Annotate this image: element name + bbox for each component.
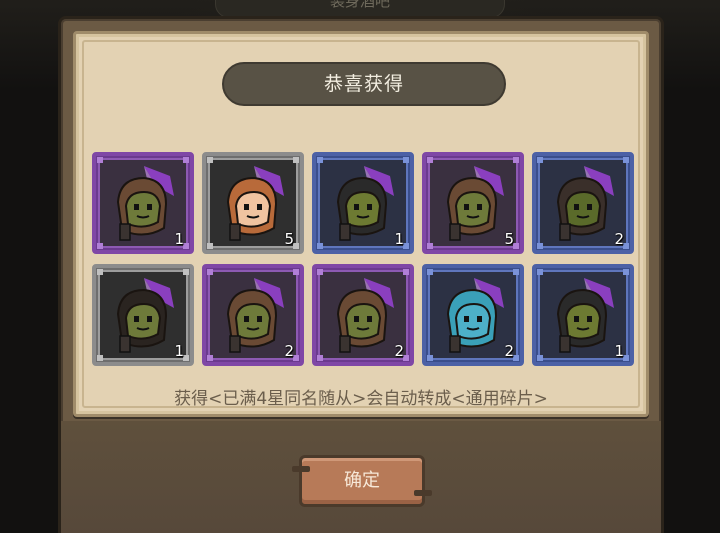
frame-corner [427,157,433,163]
frame-corner [513,269,519,275]
frame-corner [427,355,433,361]
frame-corner [317,243,323,249]
frame-corner [537,243,543,249]
reward-count: 2 [284,342,294,360]
frame-corner [537,355,543,361]
reward-grid: 1 5 1 5 2 1 2 2 2 1 [92,152,638,366]
frame-corner [293,269,299,275]
frame-corner [317,157,323,163]
hero-portrait-icon [226,278,284,353]
frame-corner [623,269,629,275]
hero-portrait-icon [556,278,614,353]
frame-corner [207,157,213,163]
reward-item[interactable]: 2 [422,264,524,366]
frame-corner [403,269,409,275]
reward-count: 2 [614,230,624,248]
reward-item[interactable]: 2 [312,264,414,366]
hero-portrait-icon [116,166,174,241]
hero-portrait-icon [226,166,284,241]
reward-count: 1 [614,342,624,360]
frame-corner [427,243,433,249]
frame-corner [537,157,543,163]
conversion-notice: 获得<已满4星同名随从>会自动转成<通用碎片> [174,389,548,409]
reward-panel: 恭喜获得 1 5 1 5 2 1 2 2 2 1 获得<已满4星同名随从>会自动转成<通用碎片> [73,31,649,417]
hero-portrait-icon [336,166,394,241]
reward-item[interactable]: 1 [92,152,194,254]
frame-corner [97,269,103,275]
background-top-tab-label: 装身酒吧 [329,0,390,10]
reward-count: 1 [174,342,184,360]
dialog-title: 恭喜获得 [222,62,506,106]
reward-count: 2 [504,342,514,360]
frame-corner [183,269,189,275]
frame-corner [513,157,519,163]
frame-corner [97,157,103,163]
hero-portrait-icon [336,278,394,353]
hero-portrait-icon [446,166,504,241]
reward-item[interactable]: 1 [532,264,634,366]
hero-portrait-icon [116,278,174,353]
frame-corner [183,157,189,163]
reward-count: 1 [174,230,184,248]
frame-corner [97,243,103,249]
reward-count: 5 [504,230,514,248]
hero-portrait-icon [446,278,504,353]
frame-corner [97,355,103,361]
reward-item[interactable]: 5 [422,152,524,254]
frame-corner [317,269,323,275]
reward-count: 5 [284,230,294,248]
frame-corner [293,157,299,163]
frame-corner [317,355,323,361]
reward-item[interactable]: 1 [92,264,194,366]
reward-item[interactable]: 5 [202,152,304,254]
frame-corner [427,269,433,275]
frame-corner [207,269,213,275]
frame-corner [537,269,543,275]
hero-portrait-icon [556,166,614,241]
reward-dialog: 恭喜获得 1515212221 获得<已满4星同名随从>会自动转成<通用碎片> … [58,16,664,533]
reward-item[interactable]: 2 [202,264,304,366]
frame-corner [623,157,629,163]
reward-item[interactable]: 1 [312,152,414,254]
frame-corner [207,243,213,249]
reward-count: 2 [394,342,404,360]
confirm-button[interactable]: 确定 [292,455,432,507]
reward-item[interactable]: 2 [532,152,634,254]
frame-corner [403,157,409,163]
frame-corner [207,355,213,361]
reward-count: 1 [394,230,404,248]
